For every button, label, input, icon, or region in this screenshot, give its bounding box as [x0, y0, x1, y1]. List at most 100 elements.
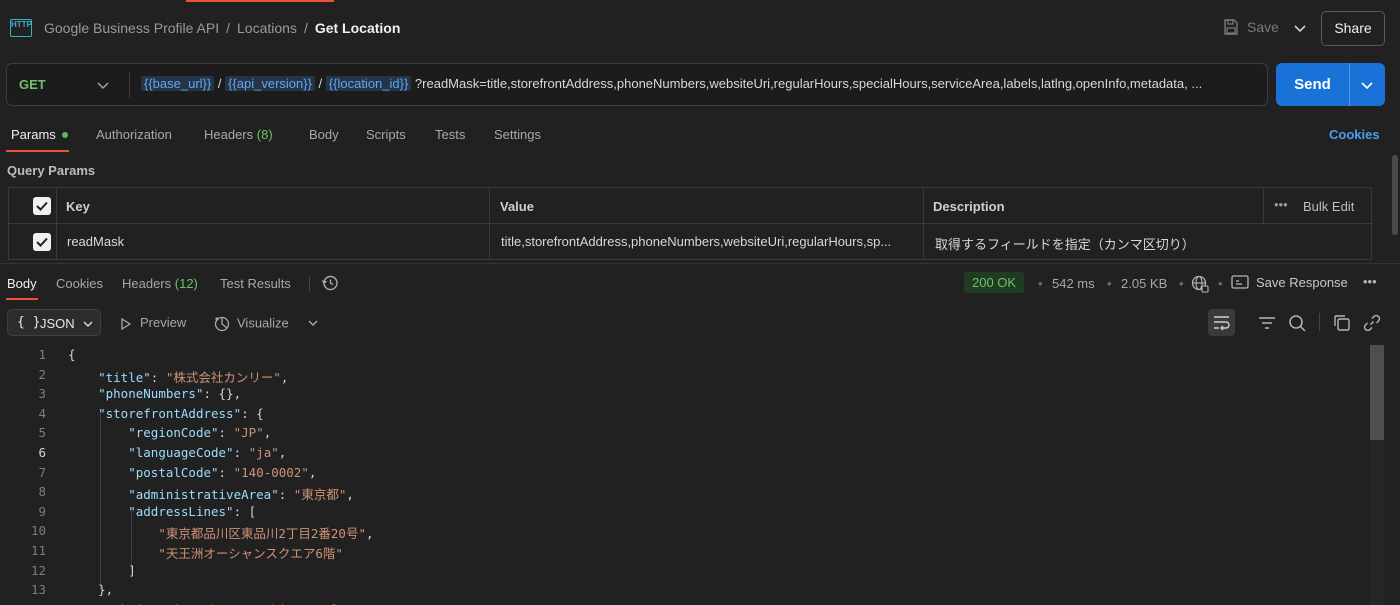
tab-body[interactable]: Body — [309, 127, 339, 142]
column-header-value: Value — [500, 199, 534, 214]
json-punctuation: , — [346, 487, 354, 503]
response-code-view[interactable]: 1 {2 "title": "株式会社カンリー", 3 "phoneNumbers"… — [0, 344, 1400, 605]
more-options-icon[interactable]: ••• — [1274, 197, 1288, 212]
json-punctuation: , — [280, 369, 289, 385]
json-punctuation: : — [150, 369, 166, 385]
bulk-edit-button[interactable]: Bulk Edit — [1303, 199, 1354, 214]
visualize-button[interactable]: Visualize — [213, 315, 289, 333]
json-punctuation: : — [278, 487, 294, 503]
network-globe-icon[interactable] — [1191, 275, 1209, 293]
tab-settings[interactable]: Settings — [494, 127, 541, 142]
json-string: "東京都品川区東品川2丁目2番20号" — [158, 526, 366, 542]
more-options-icon[interactable]: ••• — [1363, 274, 1377, 289]
code-line: { — [68, 347, 76, 362]
json-punctuation: : — [233, 445, 249, 460]
line-number: 6 — [38, 445, 46, 460]
url-variable-location-id[interactable]: {{location_id}} — [325, 76, 412, 91]
json-string: "株式会社カンリー" — [165, 369, 281, 385]
send-button[interactable]: Send — [1276, 63, 1349, 106]
json-punctuation: ] — [68, 562, 136, 578]
breadcrumb-request-name[interactable]: Get Location — [315, 20, 401, 36]
history-icon[interactable] — [321, 274, 339, 292]
json-punctuation: : [ — [233, 503, 257, 519]
pane-divider[interactable] — [0, 263, 1400, 264]
chevron-down-icon[interactable] — [1358, 76, 1376, 94]
link-icon[interactable] — [1361, 312, 1383, 334]
chevron-down-icon — [83, 321, 93, 327]
breadcrumb-folder[interactable]: Locations — [237, 20, 297, 36]
json-punctuation — [68, 425, 128, 440]
url-bar: GET {{base_url}} / {{api_version}} / {{l… — [6, 63, 1268, 106]
response-size[interactable]: 2.05 KB — [1121, 276, 1167, 291]
line-number: 1 — [38, 347, 46, 362]
share-button[interactable]: Share — [1321, 11, 1385, 46]
row-checkbox[interactable] — [33, 233, 51, 251]
tab-authorization[interactable]: Authorization — [96, 127, 172, 142]
copy-icon[interactable] — [1331, 312, 1353, 334]
save-button[interactable]: Save — [1222, 18, 1279, 36]
wrap-lines-button[interactable] — [1208, 309, 1235, 336]
column-header-description: Description — [933, 199, 1005, 214]
format-label: JSON — [40, 316, 75, 331]
line-number: 2 — [38, 366, 46, 382]
tab-response-cookies[interactable]: Cookies — [56, 276, 103, 291]
json-string: "天王洲オーシャンスクエア6階" — [158, 546, 343, 561]
params-scrollbar[interactable] — [1392, 155, 1398, 235]
header-key-cell — [57, 188, 490, 224]
breadcrumb: Google Business Profile API / Locations / Ge… — [44, 20, 401, 36]
json-punctuation: , — [308, 464, 317, 480]
tab-response-body[interactable]: Body — [7, 276, 37, 291]
json-key: "regionCode" — [128, 425, 219, 441]
active-tab-underline — [6, 298, 38, 300]
format-select[interactable]: { } JSON — [7, 309, 101, 336]
json-string: "JP" — [233, 425, 264, 441]
url-variable-base-url[interactable]: {{base_url}} — [141, 76, 215, 91]
line-number: 4 — [38, 405, 46, 421]
json-punctuation: , — [365, 526, 374, 542]
breadcrumb-collection[interactable]: Google Business Profile API — [44, 20, 219, 36]
tab-test-results[interactable]: Test Results — [220, 276, 291, 291]
tab-response-headers[interactable]: Headers (12) — [122, 276, 198, 291]
select-all-checkbox[interactable] — [33, 197, 51, 215]
preview-button[interactable]: Preview — [120, 315, 186, 331]
json-punctuation: { — [68, 347, 76, 362]
response-time[interactable]: 542 ms — [1052, 276, 1095, 291]
tab-label: Headers — [122, 276, 172, 291]
tab-params[interactable]: Params — [11, 127, 68, 142]
code-line: "regionCode": "JP", — [68, 425, 271, 440]
code-line: "postalCode": "140-0002", — [68, 465, 316, 480]
json-punctuation — [68, 487, 128, 502]
json-punctuation — [68, 465, 128, 480]
param-description[interactable]: 取得するフィールドを指定（カンマ区切り） — [935, 234, 1355, 253]
save-response-button[interactable]: Save Response — [1231, 274, 1348, 290]
active-tab-underline — [6, 150, 69, 152]
line-number: 5 — [38, 425, 46, 441]
json-string: "ja" — [248, 445, 279, 460]
tab-headers[interactable]: Headers (8) — [204, 127, 273, 142]
separator-dot: • — [1038, 276, 1043, 291]
method-select[interactable]: GET — [19, 77, 46, 92]
tab-tests[interactable]: Tests — [435, 127, 465, 142]
play-icon — [121, 317, 132, 330]
search-icon[interactable] — [1286, 312, 1308, 334]
filter-icon[interactable] — [1256, 312, 1278, 334]
tab-scripts[interactable]: Scripts — [366, 127, 406, 142]
url-input[interactable]: {{base_url}} / {{api_version}} / {{locat… — [141, 76, 1259, 91]
json-key: "administrativeArea" — [128, 487, 279, 503]
chevron-down-icon[interactable] — [97, 78, 109, 92]
json-punctuation — [68, 445, 128, 460]
code-line: "phoneNumbers": {}, — [68, 386, 241, 401]
url-variable-api-version[interactable]: {{api_version}} — [225, 76, 315, 91]
line-number: 11 — [30, 543, 46, 558]
status-badge[interactable]: 200 OK — [964, 272, 1025, 293]
query-params-title: Query Params — [7, 163, 96, 178]
row-select-cell — [9, 224, 57, 260]
divider — [1319, 313, 1320, 331]
code-line: "東京都品川区東品川2丁目2番20号", — [68, 523, 374, 542]
code-line: "addressLines": [ — [68, 504, 256, 519]
code-scrollbar-thumb[interactable] — [1370, 345, 1384, 440]
query-params-table: Key Value Description ••• Bulk Edit read… — [8, 187, 1373, 260]
chevron-down-icon[interactable] — [306, 316, 320, 330]
cookies-link[interactable]: Cookies — [1329, 127, 1380, 142]
chevron-down-icon[interactable] — [1290, 16, 1310, 40]
